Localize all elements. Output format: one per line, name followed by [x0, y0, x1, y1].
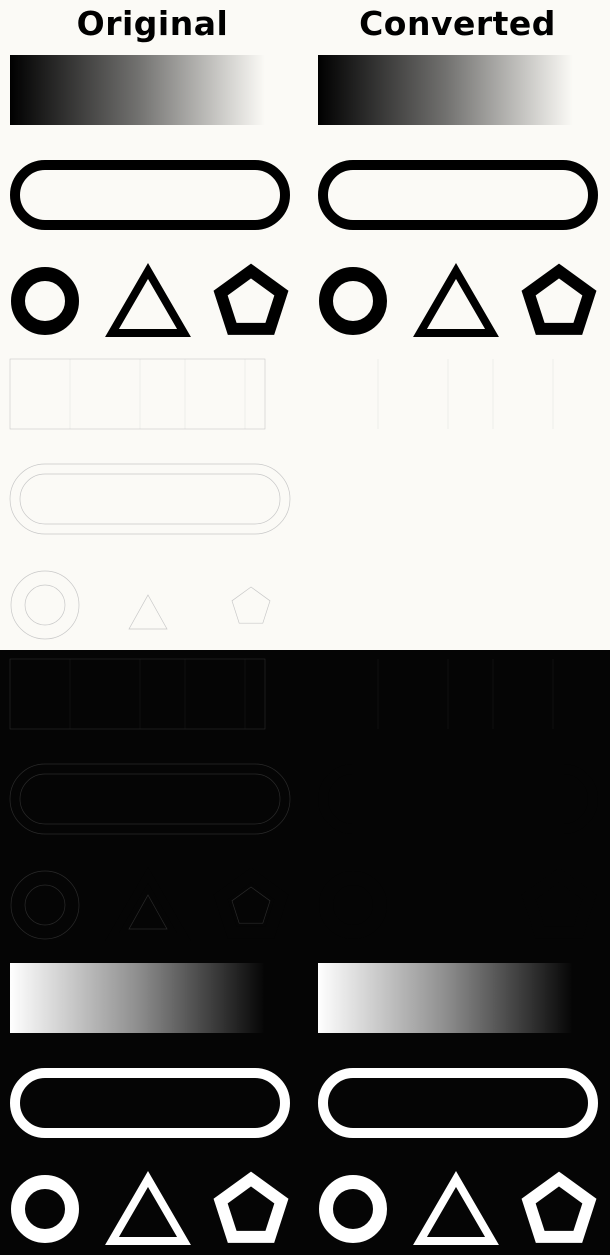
converted-circle-ring-1: [319, 571, 387, 639]
original-pentagon-edge-inner-1: [231, 586, 271, 624]
converted-pill-outline-1: [318, 464, 598, 534]
comparison-canvas: Original Converted: [0, 0, 610, 1255]
converted-gradient-bar-3: [318, 963, 573, 1033]
converted-triangle-outline-0: [413, 263, 499, 337]
original-pill-edge-inner-1: [19, 473, 281, 525]
original-pill-outline-2: [10, 764, 290, 834]
converted-pill-outline-0: [318, 160, 598, 230]
original-circle-edge-inner-2: [24, 884, 66, 926]
original-triangle-outline-1: [105, 567, 191, 641]
original-pentagon-outline-0: [213, 263, 289, 335]
original-triangle-outline-0: [105, 263, 191, 337]
original-circle-ring-2: [11, 871, 79, 939]
original-pill-outline-0: [10, 160, 290, 230]
converted-pentagon-outline-0: [521, 263, 597, 335]
converted-column-title: Converted: [359, 4, 556, 43]
original-gradient-bar-3: [10, 963, 265, 1033]
converted-circle-ring-0: [319, 267, 387, 335]
original-circle-edge-inner-1: [24, 584, 66, 626]
original-pill-edge-outer-2: [9, 763, 291, 835]
converted-triangle-outline-1: [413, 567, 499, 641]
original-pentagon-outline-2: [213, 867, 289, 939]
converted-gradient-bar-2: [318, 659, 573, 729]
original-pill-edge-inner-2: [19, 773, 281, 825]
original-circle-ring-1: [11, 571, 79, 639]
original-gradient-bar-2: [9, 658, 266, 730]
original-gradient-bar-1: [9, 358, 266, 430]
original-circle-ring-0: [11, 267, 79, 335]
converted-pill-outline-2: [318, 764, 598, 834]
converted-circle-ring-2: [319, 871, 387, 939]
converted-gradient-bar-0: [318, 55, 573, 125]
converted-pentagon-outline-2: [521, 867, 597, 939]
original-pentagon-edge-inner-2: [231, 886, 271, 924]
converted-triangle-outline-3: [413, 1171, 499, 1245]
original-column-title: Original: [76, 4, 229, 43]
original-triangle-outline-2: [105, 867, 191, 941]
converted-pentagon-outline-3: [521, 1171, 597, 1243]
converted-triangle-outline-2: [413, 867, 499, 941]
original-pentagon-outline-3: [213, 1171, 289, 1243]
converted-gradient-bar-1: [318, 359, 573, 429]
original-pill-outline-3: [10, 1068, 290, 1138]
converted-circle-ring-3: [319, 1175, 387, 1243]
original-triangle-outline-3: [105, 1171, 191, 1245]
original-pentagon-outline-1: [213, 567, 289, 639]
converted-pentagon-outline-1: [521, 567, 597, 639]
original-pill-outline-1: [10, 464, 290, 534]
original-circle-ring-3: [11, 1175, 79, 1243]
shapes-artwork: [9, 55, 598, 1245]
original-pill-edge-outer-1: [9, 463, 291, 535]
converted-pill-outline-3: [318, 1068, 598, 1138]
original-gradient-bar-0: [10, 55, 265, 125]
